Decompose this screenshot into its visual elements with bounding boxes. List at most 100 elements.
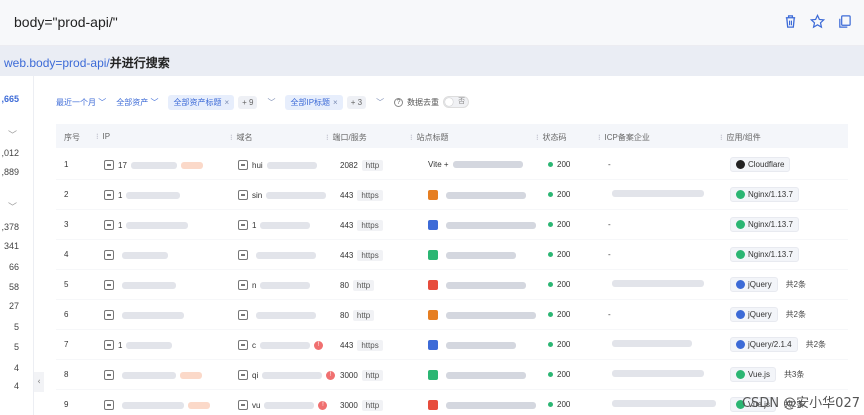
component-tag[interactable]: Cloudflare (730, 157, 791, 172)
hint-query-link[interactable]: web.body=prod-api/ (4, 56, 110, 70)
table-row[interactable]: 5 n 80 http 200 jQuery 共2条 (56, 270, 848, 300)
facet-count[interactable]: 5 (14, 322, 19, 332)
domain-value[interactable]: 1 (252, 221, 256, 230)
ip-cell[interactable] (104, 400, 210, 410)
ip-cell[interactable]: 17 (104, 160, 203, 170)
ip-value[interactable]: 1 (118, 221, 122, 230)
chevron-down-icon[interactable]: ﹀ (376, 97, 384, 108)
open-link-icon[interactable] (238, 370, 248, 380)
domain-cell[interactable]: vu ! (238, 400, 328, 410)
copy-icon[interactable] (837, 14, 852, 29)
domain-value[interactable]: c (252, 341, 256, 350)
open-link-icon[interactable] (104, 280, 114, 290)
open-link-icon[interactable] (238, 400, 248, 410)
component-more[interactable]: 共2条 (806, 339, 826, 350)
facet-count[interactable]: 4 (14, 381, 19, 391)
ip-value[interactable]: 17 (118, 161, 127, 170)
facet-count[interactable]: 27 (9, 301, 19, 311)
domain-cell[interactable]: hui (238, 160, 317, 170)
collapse-panel-icon[interactable]: ‹ (34, 372, 44, 392)
facet-count[interactable]: 5 (14, 342, 19, 352)
component-tag[interactable]: Nginx/1.13.7 (730, 217, 799, 232)
chevron-down-icon[interactable]: ﹀ (8, 200, 17, 213)
domain-cell[interactable]: qi ! (238, 370, 336, 380)
ip-cell[interactable]: 1 (104, 340, 173, 350)
column-header-port[interactable]: ⁝ 端口/服务 (326, 132, 367, 143)
ip-cell[interactable] (104, 370, 202, 380)
ip-title-tag[interactable]: 全部IP标题 × (285, 94, 343, 110)
open-link-icon[interactable] (238, 220, 248, 230)
domain-cell[interactable]: n (238, 280, 311, 290)
domain-value[interactable]: vu (252, 401, 260, 410)
column-header-status[interactable]: ⁝ 状态码 (536, 132, 567, 143)
open-link-icon[interactable] (104, 340, 114, 350)
table-row[interactable]: 9 vu ! 3000 http 200 Vue.js 共2条 (56, 390, 848, 415)
open-link-icon[interactable] (104, 190, 114, 200)
tag-more-count[interactable]: + 3 (346, 95, 367, 109)
open-link-icon[interactable] (238, 310, 248, 320)
asset-title-tag[interactable]: 全部资产标题 × (168, 94, 235, 110)
open-link-icon[interactable] (238, 280, 248, 290)
table-row[interactable]: 8 qi ! 3000 http 200 Vue.js 共3条 (56, 360, 848, 390)
domain-cell[interactable]: c ! (238, 340, 323, 350)
help-icon[interactable]: ? (394, 97, 404, 107)
open-link-icon[interactable] (238, 190, 248, 200)
dedupe-toggle[interactable]: 否 (443, 96, 470, 108)
ip-cell[interactable] (104, 280, 176, 290)
open-link-icon[interactable] (104, 250, 114, 260)
component-tag[interactable]: jQuery/2.1.4 (730, 337, 798, 352)
open-link-icon[interactable] (104, 310, 114, 320)
facet-count[interactable]: 341 (4, 241, 19, 251)
domain-cell[interactable] (238, 250, 316, 260)
ip-cell[interactable]: 1 (104, 190, 181, 200)
tag-more-count[interactable]: + 9 (238, 95, 258, 109)
open-link-icon[interactable] (104, 220, 114, 230)
table-row[interactable]: 7 1 c ! 443 https 200 jQuery/2.1.4 共2条 (56, 330, 848, 360)
column-header-ip[interactable]: ⁝ IP (96, 132, 110, 141)
delete-icon[interactable] (783, 14, 798, 29)
domain-value[interactable]: sin (252, 191, 262, 200)
open-link-icon[interactable] (104, 160, 114, 170)
ip-value[interactable]: 1 (118, 191, 122, 200)
open-link-icon[interactable] (104, 370, 114, 380)
facet-count[interactable]: ,889 (1, 167, 19, 177)
open-link-icon[interactable] (238, 250, 248, 260)
column-header-domain[interactable]: ⁝ 域名 (230, 132, 253, 143)
chevron-down-icon[interactable]: ﹀ (8, 128, 17, 141)
open-link-icon[interactable] (238, 340, 248, 350)
table-row[interactable]: 4 443 https 200 - Nginx/1.13.7 (56, 240, 848, 270)
column-header-title[interactable]: ⁝ 站点标题 (410, 132, 449, 143)
facet-count[interactable]: ,012 (1, 148, 19, 158)
chevron-down-icon[interactable]: ﹀ (267, 97, 275, 108)
domain-cell[interactable]: sin (238, 190, 327, 200)
ip-cell[interactable] (104, 310, 184, 320)
component-tag[interactable]: Nginx/1.13.7 (730, 247, 799, 262)
ip-value[interactable]: 1 (118, 341, 122, 350)
domain-cell[interactable]: 1 (238, 220, 311, 230)
facet-count[interactable]: ,665 (1, 94, 19, 104)
component-tag[interactable]: jQuery (730, 277, 778, 292)
facet-count[interactable]: 66 (9, 262, 19, 272)
domain-value[interactable]: n (252, 281, 256, 290)
component-tag[interactable]: Vue.js (730, 367, 776, 382)
asset-type-select[interactable]: 全部资产 ﹀ (116, 97, 158, 108)
component-tag[interactable]: jQuery (730, 307, 778, 322)
facet-count[interactable]: 4 (14, 363, 19, 373)
domain-value[interactable]: qi (252, 371, 258, 380)
open-link-icon[interactable] (104, 400, 114, 410)
table-row[interactable]: 6 80 http 200 - jQuery 共2条 (56, 300, 848, 330)
component-tag[interactable]: Nginx/1.13.7 (730, 187, 799, 202)
table-row[interactable]: 2 1 sin 443 https 200 Nginx/1.13.7 (56, 180, 848, 210)
domain-value[interactable]: hui (252, 161, 263, 170)
table-row[interactable]: 1 17 hui 2082 http Vite + 200 - Cloudfla… (56, 150, 848, 180)
column-header-app[interactable]: ⁝ 应用/组件 (720, 132, 761, 143)
star-icon[interactable] (810, 14, 825, 29)
ip-cell[interactable] (104, 250, 168, 260)
column-header-icp[interactable]: ⁝ ICP备案企业 (598, 132, 650, 143)
domain-cell[interactable] (238, 310, 316, 320)
facet-count[interactable]: ,378 (1, 222, 19, 232)
open-link-icon[interactable] (238, 160, 248, 170)
ip-cell[interactable]: 1 (104, 220, 189, 230)
table-row[interactable]: 3 1 1 443 https 200 - Nginx/1.13.7 (56, 210, 848, 240)
component-more[interactable]: 共2条 (786, 309, 806, 320)
